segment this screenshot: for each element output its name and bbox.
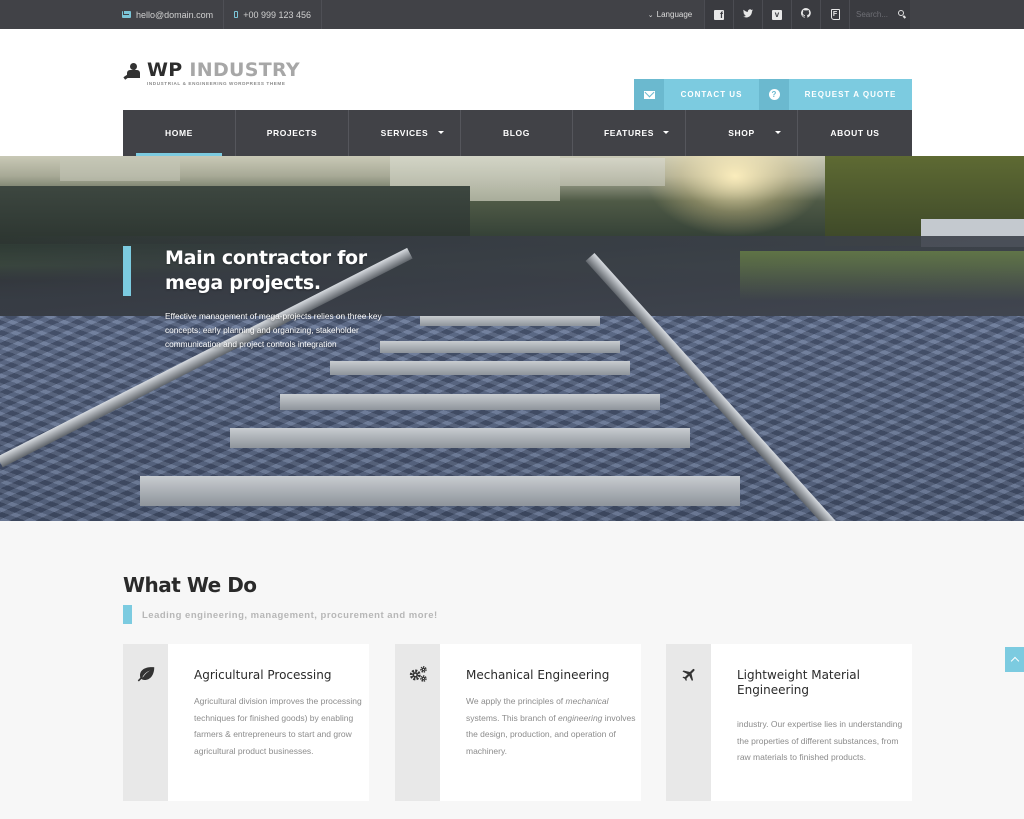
request-quote-button[interactable]: REQUEST A QUOTE: [789, 79, 912, 110]
top-bar: hello@domain.com +00 999 123 456 ⌄ Langu…: [0, 0, 1024, 29]
caret-down-icon: [663, 131, 669, 134]
nav-label: FEATURES: [604, 128, 654, 138]
card-description: Agricultural division improves the proce…: [194, 696, 362, 756]
quote-icon-cell[interactable]: ?: [759, 79, 789, 110]
envelope-icon: [643, 90, 655, 99]
card-title: Lightweight Material Engineering: [737, 668, 860, 697]
nav-item-home[interactable]: HOME: [123, 110, 236, 156]
hero-bg-sleeper: [280, 394, 660, 410]
hero-bg-building: [60, 156, 180, 181]
envelope-icon: [122, 11, 131, 18]
gears-icon: [408, 664, 428, 684]
hero-bg-sleeper: [380, 341, 620, 353]
chevron-up-icon: [1010, 656, 1019, 666]
contact-icon-cell[interactable]: [634, 79, 664, 110]
what-we-do-section: What We Do Leading engineering, manageme…: [0, 521, 1024, 819]
mobile-phone-icon: [234, 11, 239, 18]
scroll-to-top-button[interactable]: [1005, 647, 1024, 672]
logo-industry: INDUSTRY: [189, 59, 300, 81]
nav-label: SERVICES: [380, 128, 429, 138]
logo-tagline: INDUSTRIAL & ENGINEERING WORDPRESS THEME: [147, 81, 286, 86]
hero-slider: Main contractor for mega projects. Effec…: [0, 156, 1024, 521]
hero-accent-bar: [123, 246, 131, 296]
card-title: Agricultural Processing: [194, 668, 332, 682]
site-logo[interactable]: WP INDUSTRY INDUSTRIAL & ENGINEERING WOR…: [122, 60, 300, 86]
nav-label: HOME: [165, 128, 193, 138]
email-link[interactable]: hello@domain.com: [112, 0, 225, 29]
chevron-down-icon: ⌄: [647, 11, 654, 19]
language-dropdown[interactable]: ⌄ Language: [636, 0, 704, 29]
hero-bg-sleeper: [140, 476, 740, 506]
main-nav: HOME PROJECTS SERVICES BLOG FEATURES SHO…: [123, 110, 912, 156]
search-input[interactable]: Search...: [849, 0, 910, 29]
search-placeholder: Search...: [856, 10, 889, 19]
desc-emphasis: mechanical: [565, 696, 609, 706]
section-title: What We Do: [123, 573, 257, 597]
foursquare-link[interactable]: F: [820, 0, 849, 29]
caret-down-icon: [438, 131, 444, 134]
hero-bg-building: [560, 158, 665, 186]
question-circle-icon: ?: [768, 89, 780, 100]
nav-label: BLOG: [503, 128, 530, 138]
language-label: Language: [656, 10, 693, 19]
nav-item-services[interactable]: SERVICES: [349, 110, 461, 156]
service-card[interactable]: Agricultural Processing Agricultural div…: [123, 644, 369, 801]
twitter-link[interactable]: [733, 0, 762, 29]
github-icon: [800, 8, 811, 21]
hero-bg-sleeper: [330, 361, 630, 375]
nav-item-features[interactable]: FEATURES: [573, 110, 686, 156]
nav-label: PROJECTS: [266, 128, 318, 138]
card-description: industry. Our expertise lies in understa…: [737, 719, 903, 762]
hero-bg-sleeper: [230, 428, 690, 448]
subtitle-accent-bar: [123, 605, 132, 624]
worker-wrench-icon: [122, 61, 144, 85]
desc-emphasis: engineering: [557, 712, 603, 723]
twitter-icon: [743, 8, 753, 21]
vimeo-link[interactable]: v: [762, 0, 791, 29]
desc-text: We apply the principles of: [466, 696, 566, 706]
nav-item-about-us[interactable]: ABOUT US: [798, 110, 912, 156]
hero-bg-sleeper: [420, 316, 600, 326]
desc-text: systems. This branch of: [466, 712, 558, 723]
nav-label: SHOP: [728, 128, 755, 138]
search-icon[interactable]: [898, 10, 904, 16]
email-text: hello@domain.com: [136, 9, 214, 20]
nav-item-blog[interactable]: BLOG: [461, 110, 573, 156]
logo-wp: WP: [147, 59, 183, 81]
nav-item-projects[interactable]: PROJECTS: [236, 110, 349, 156]
top-bar-right: ⌄ Language f v F Search...: [636, 0, 910, 29]
card-title: Mechanical Engineering: [466, 668, 610, 682]
foursquare-icon: F: [830, 9, 840, 20]
service-card[interactable]: Lightweight Material Engineering industr…: [666, 644, 912, 801]
github-link[interactable]: [791, 0, 820, 29]
facebook-icon: f: [714, 9, 724, 20]
leaf-icon: [136, 664, 156, 684]
section-subtitle: Leading engineering, management, procure…: [142, 610, 438, 621]
header-cta-group: CONTACT US ? REQUEST A QUOTE: [634, 79, 912, 110]
hero-title: Main contractor for mega projects.: [165, 247, 367, 294]
plane-icon: [679, 664, 699, 684]
caret-down-icon: [775, 131, 781, 134]
nav-label: ABOUT US: [830, 128, 880, 138]
nav-item-shop[interactable]: SHOP: [686, 110, 798, 156]
phone-text: +00 999 123 456: [243, 9, 312, 20]
service-card[interactable]: Mechanical Engineering We apply the prin…: [395, 644, 641, 801]
contact-us-button[interactable]: CONTACT US: [664, 79, 759, 110]
phone-link[interactable]: +00 999 123 456: [224, 0, 323, 29]
hero-bg-grass: [740, 251, 1024, 301]
vimeo-icon: v: [772, 9, 782, 20]
hero-description: Effective management of mega-projects re…: [165, 311, 382, 349]
top-contact-info: hello@domain.com +00 999 123 456: [112, 0, 323, 29]
facebook-link[interactable]: f: [704, 0, 733, 29]
card-description: We apply the principles of mechanical sy…: [466, 693, 641, 759]
